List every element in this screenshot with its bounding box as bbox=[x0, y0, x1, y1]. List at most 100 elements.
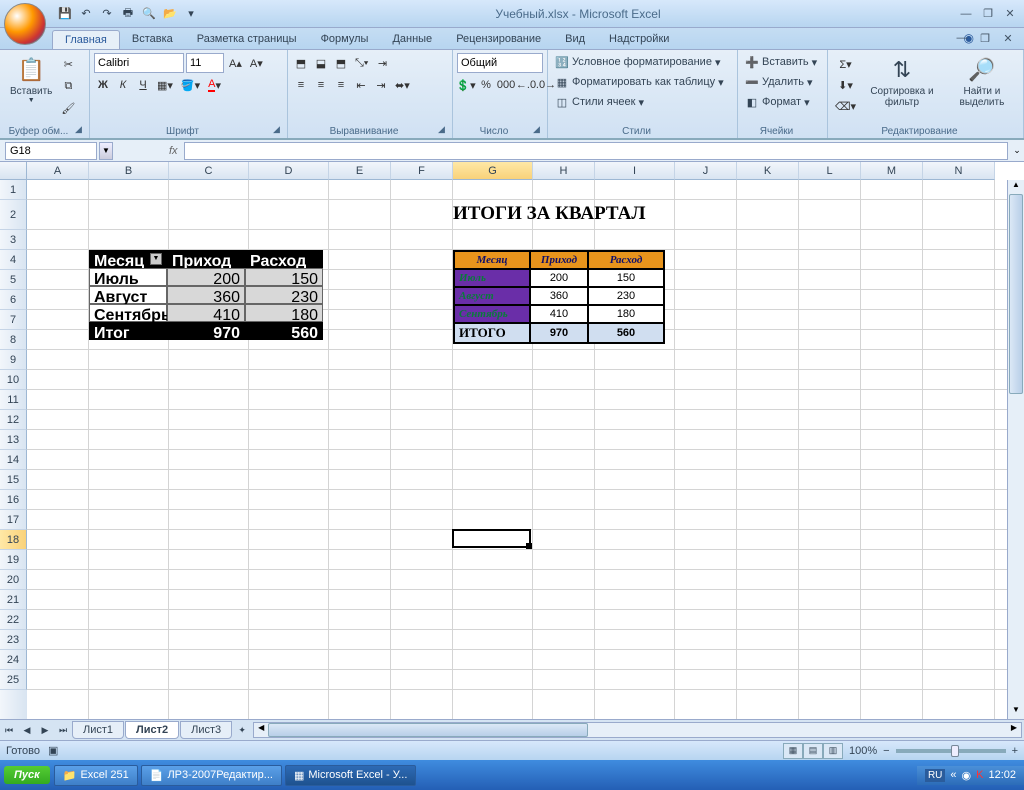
row-header-7[interactable]: 7 bbox=[0, 310, 27, 330]
row-header-18[interactable]: 18 bbox=[0, 530, 27, 550]
row-header-15[interactable]: 15 bbox=[0, 470, 27, 490]
zoom-level[interactable]: 100% bbox=[849, 745, 877, 757]
minimize-button[interactable]: — bbox=[956, 6, 976, 22]
doc-close-button[interactable]: ✕ bbox=[998, 30, 1018, 46]
undo-icon[interactable]: ↶ bbox=[77, 5, 95, 23]
col-header-I[interactable]: I bbox=[595, 162, 675, 180]
conditional-formatting-button[interactable]: 🔢Условное форматирование ▾ bbox=[552, 52, 733, 72]
view-normal-icon[interactable]: ▦ bbox=[783, 743, 803, 759]
tab-nav-last-icon[interactable]: ⏭ bbox=[54, 722, 72, 738]
align-bottom-icon[interactable]: ⬒ bbox=[332, 53, 350, 73]
clipboard-launcher-icon[interactable]: ◢ bbox=[75, 124, 87, 136]
open-icon[interactable]: 📂 bbox=[161, 5, 179, 23]
row-header-24[interactable]: 24 bbox=[0, 650, 27, 670]
col-header-F[interactable]: F bbox=[391, 162, 453, 180]
doc-restore-button[interactable]: ❐ bbox=[975, 30, 995, 46]
row-header-19[interactable]: 19 bbox=[0, 550, 27, 570]
row-header-23[interactable]: 23 bbox=[0, 630, 27, 650]
col-header-G[interactable]: G bbox=[453, 162, 533, 180]
col-header-A[interactable]: A bbox=[27, 162, 89, 180]
merge-center-icon[interactable]: ⬌▾ bbox=[392, 75, 413, 95]
find-select-button[interactable]: 🔎 Найти и выделить bbox=[945, 52, 1019, 124]
clock[interactable]: 12:02 bbox=[988, 769, 1016, 781]
indent-increase-icon[interactable]: ⇥ bbox=[372, 75, 390, 95]
sheet-tab-Лист3[interactable]: Лист3 bbox=[180, 721, 232, 739]
clear-icon[interactable]: ⌫▾ bbox=[832, 96, 859, 116]
delete-cells-button[interactable]: ➖Удалить ▾ bbox=[742, 72, 823, 92]
close-button[interactable]: ✕ bbox=[1000, 6, 1020, 22]
bold-button[interactable]: Ж bbox=[94, 75, 112, 95]
row-header-20[interactable]: 20 bbox=[0, 570, 27, 590]
grid[interactable]: Месяц▼Приход▼Расход▼Июль200150Август3602… bbox=[27, 180, 1007, 719]
ribbon-tab-надстройки[interactable]: Надстройки bbox=[597, 30, 681, 49]
format-painter-icon[interactable]: 🖌 bbox=[58, 98, 78, 118]
formula-input[interactable] bbox=[184, 142, 1008, 160]
quick-print-icon[interactable]: 🖶 bbox=[119, 5, 137, 23]
zoom-in-icon[interactable]: + bbox=[1012, 745, 1018, 757]
row-header-2[interactable]: 2 bbox=[0, 200, 27, 230]
col-header-D[interactable]: D bbox=[249, 162, 329, 180]
hscroll-thumb[interactable] bbox=[268, 723, 588, 737]
name-box[interactable]: G18 bbox=[5, 142, 97, 160]
cut-icon[interactable]: ✂ bbox=[58, 54, 78, 74]
sort-filter-button[interactable]: ⇅ Сортировка и фильтр bbox=[859, 52, 945, 124]
new-sheet-icon[interactable]: ✦ bbox=[233, 722, 251, 738]
wrap-text-icon[interactable]: ⇥ bbox=[373, 53, 391, 73]
font-color-icon[interactable]: A▾ bbox=[205, 75, 224, 95]
paste-button[interactable]: 📋 Вставить ▼ bbox=[4, 52, 58, 124]
horizontal-scrollbar[interactable]: ◀ ▶ bbox=[253, 722, 1022, 738]
redo-icon[interactable]: ↷ bbox=[98, 5, 116, 23]
row-header-9[interactable]: 9 bbox=[0, 350, 27, 370]
percent-icon[interactable]: % bbox=[477, 75, 495, 95]
number-format-select[interactable] bbox=[457, 53, 543, 73]
col-header-B[interactable]: B bbox=[89, 162, 169, 180]
zoom-slider[interactable] bbox=[896, 749, 1006, 753]
row-header-3[interactable]: 3 bbox=[0, 230, 27, 250]
row-header-6[interactable]: 6 bbox=[0, 290, 27, 310]
alignment-launcher-icon[interactable]: ◢ bbox=[438, 124, 450, 136]
vertical-scrollbar[interactable]: ▲ ▼ bbox=[1007, 180, 1024, 719]
fill-color-icon[interactable]: 🪣▾ bbox=[178, 75, 203, 95]
tray-av-icon[interactable]: K bbox=[976, 769, 983, 781]
fill-icon[interactable]: ⬇▾ bbox=[832, 75, 859, 95]
shrink-font-icon[interactable]: A▾ bbox=[247, 53, 266, 73]
copy-icon[interactable]: ⧉ bbox=[58, 76, 78, 96]
row-header-12[interactable]: 12 bbox=[0, 410, 27, 430]
border-icon[interactable]: ▦▾ bbox=[154, 75, 176, 95]
row-header-16[interactable]: 16 bbox=[0, 490, 27, 510]
start-button[interactable]: Пуск bbox=[4, 766, 50, 784]
indent-decrease-icon[interactable]: ⇤ bbox=[352, 75, 370, 95]
cell-styles-button[interactable]: ◫Стили ячеек ▾ bbox=[552, 92, 733, 112]
sheet-tab-Лист1[interactable]: Лист1 bbox=[72, 721, 124, 739]
col-header-L[interactable]: L bbox=[799, 162, 861, 180]
row-header-17[interactable]: 17 bbox=[0, 510, 27, 530]
qat-dropdown-icon[interactable]: ▾ bbox=[182, 5, 200, 23]
underline-button[interactable]: Ч bbox=[134, 75, 152, 95]
row-header-13[interactable]: 13 bbox=[0, 430, 27, 450]
col-header-C[interactable]: C bbox=[169, 162, 249, 180]
formula-expand-icon[interactable]: ⌄ bbox=[1010, 145, 1024, 156]
ribbon-tab-формулы[interactable]: Формулы bbox=[309, 30, 381, 49]
language-indicator[interactable]: RU bbox=[925, 769, 945, 782]
row-header-25[interactable]: 25 bbox=[0, 670, 27, 690]
currency-icon[interactable]: 💲▾ bbox=[457, 75, 475, 95]
maximize-button[interactable]: ❐ bbox=[978, 6, 998, 22]
ribbon-tab-вид[interactable]: Вид bbox=[553, 30, 597, 49]
macro-record-icon[interactable]: ▣ bbox=[48, 744, 58, 757]
tab-nav-first-icon[interactable]: ⏮ bbox=[0, 722, 18, 738]
col-header-N[interactable]: N bbox=[923, 162, 995, 180]
grow-font-icon[interactable]: A▴ bbox=[226, 53, 245, 73]
format-cells-button[interactable]: ◧Формат ▾ bbox=[742, 92, 823, 112]
name-box-dropdown-icon[interactable]: ▼ bbox=[99, 142, 113, 160]
increase-decimal-icon[interactable]: ←.0 bbox=[517, 75, 535, 95]
col-header-E[interactable]: E bbox=[329, 162, 391, 180]
view-layout-icon[interactable]: ▤ bbox=[803, 743, 823, 759]
select-all-corner[interactable] bbox=[0, 162, 27, 180]
align-right-icon[interactable]: ≡ bbox=[332, 75, 350, 95]
fx-icon[interactable]: fx bbox=[169, 145, 178, 157]
align-center-icon[interactable]: ≡ bbox=[312, 75, 330, 95]
save-icon[interactable]: 💾 bbox=[56, 5, 74, 23]
vscroll-thumb[interactable] bbox=[1009, 194, 1023, 394]
doc-minimize-button[interactable]: — bbox=[952, 30, 972, 46]
ribbon-tab-вставка[interactable]: Вставка bbox=[120, 30, 185, 49]
